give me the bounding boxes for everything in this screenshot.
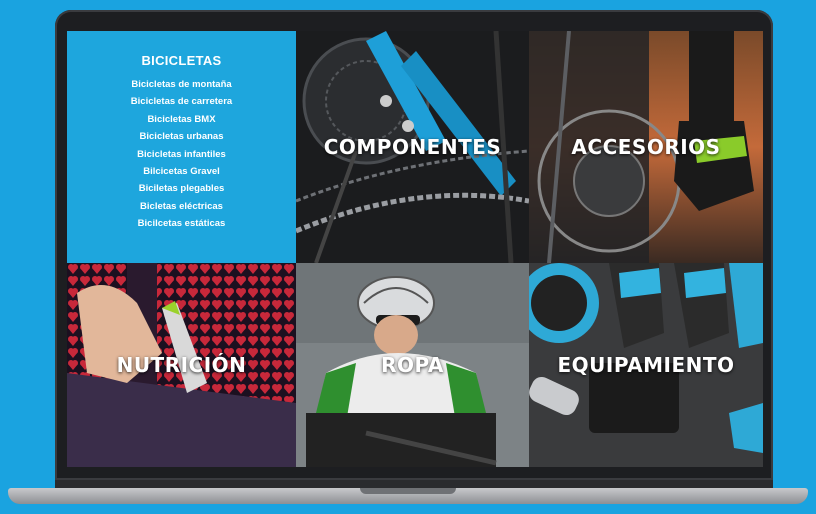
bicicletas-link[interactable]: Bicletas eléctricas	[131, 198, 232, 215]
bicicletas-link[interactable]: Bicicletas infantiles	[131, 146, 232, 163]
tile-nutricion[interactable]: NUTRICIÓN	[67, 263, 296, 467]
bicicletas-list: Bicicletas de montaña Bicicletas de carr…	[131, 76, 232, 233]
bicicletas-link[interactable]: Bicilcetas estáticas	[131, 215, 232, 232]
laptop-notch	[360, 488, 456, 494]
ropa-label: ROPA	[381, 353, 444, 377]
bicicletas-link[interactable]: Bicicletas de carretera	[131, 93, 232, 110]
bicicletas-title[interactable]: BICICLETAS	[141, 53, 221, 68]
nutricion-label: NUTRICIÓN	[116, 353, 247, 377]
accesorios-label: ACCESORIOS	[571, 135, 721, 159]
equipamiento-label: EQUIPAMIENTO	[557, 353, 735, 377]
bicicletas-link[interactable]: Biciletas plegables	[131, 180, 232, 197]
tile-equipamiento[interactable]: EQUIPAMIENTO	[529, 263, 763, 467]
tile-ropa[interactable]: ROPA	[296, 263, 529, 467]
bicicletas-link[interactable]: Bicicletas de montaña	[131, 76, 232, 93]
bicicletas-link[interactable]: Bicicletas BMX	[131, 111, 232, 128]
componentes-label: COMPONENTES	[323, 135, 502, 159]
tile-componentes[interactable]: COMPONENTES	[296, 31, 529, 263]
bicicletas-link[interactable]: Bilcicetas Gravel	[131, 163, 232, 180]
laptop-screen: BICICLETAS Bicicletas de montaña Bicicle…	[67, 31, 763, 467]
tile-accesorios[interactable]: ACCESORIOS	[529, 31, 763, 263]
bicicletas-link[interactable]: Bicicletas urbanas	[131, 128, 232, 145]
tile-bicicletas[interactable]: BICICLETAS Bicicletas de montaña Bicicle…	[67, 31, 296, 263]
laptop-chin	[55, 480, 773, 488]
